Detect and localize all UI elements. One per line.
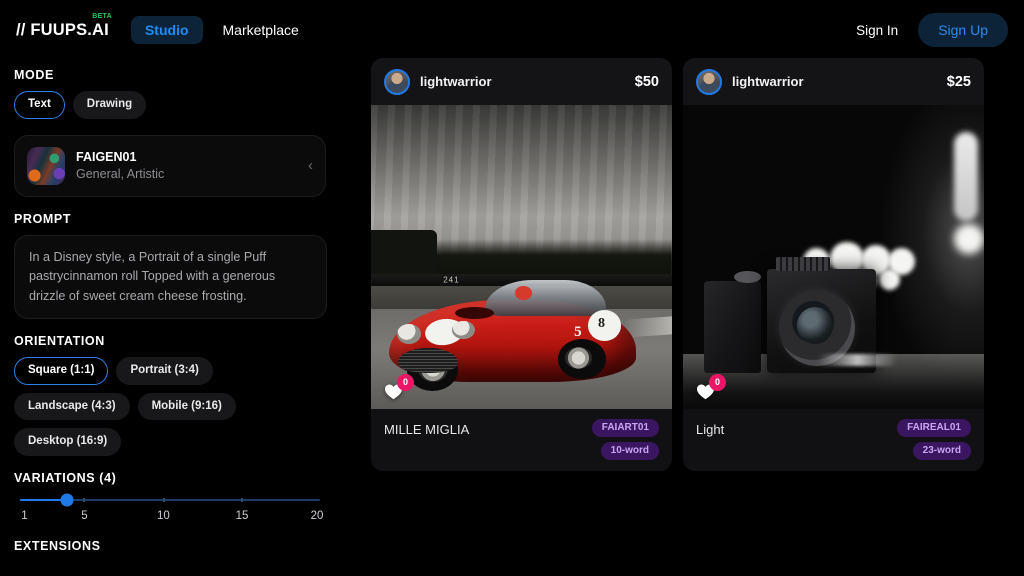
card-artwork-image[interactable]: 58 0 [371,105,672,409]
card-title: Light [696,422,725,437]
variations-section-title: VARIATIONS (4) [14,470,117,485]
sign-up-button[interactable]: Sign Up [918,13,1008,47]
like-badge[interactable]: 0 [384,374,418,400]
mode-options: Text Drawing [14,91,326,119]
card-header: lightwarrior $25 [683,58,984,105]
chevron-left-icon[interactable]: ‹ [308,158,313,173]
result-card[interactable]: lightwarrior $50 58 [371,58,672,471]
mode-section-title: MODE [14,68,54,82]
card-model-tag[interactable]: FAIREAL01 [897,419,971,437]
nav-links: Studio Marketplace [130,16,313,44]
orientation-section: ORIENTATION Square (1:1) Portrait (3:4) … [14,334,326,456]
generation-results-grid: lightwarrior $50 58 [371,58,984,471]
card-price: $50 [634,73,659,90]
artwork-vintage-camera-image [683,105,984,409]
mode-option-text[interactable]: Text [14,91,65,119]
orientation-option-square[interactable]: Square (1:1) [14,357,109,385]
model-thumbnail-icon [27,146,65,185]
mode-option-drawing[interactable]: Drawing [72,91,147,119]
orientation-option-mobile[interactable]: Mobile (9:16) [137,392,236,421]
slider-track[interactable] [20,493,320,507]
result-card[interactable]: lightwarrior $25 0 Light FAIREAL01 23-wo… [683,58,984,471]
sign-in-button[interactable]: Sign In [848,17,906,44]
top-navigation-bar: // FUUPS.AI BETA Studio Marketplace Sign… [0,0,1024,60]
slider-label-20: 20 [310,509,324,522]
card-word-tag[interactable]: 23-word [912,442,971,460]
extensions-section: EXTENSIONS Genereate as GIF [14,539,326,576]
orientation-option-desktop[interactable]: Desktop (16:9) [14,428,122,456]
variations-section: VARIATIONS (4) 1 5 10 15 20 [14,471,326,524]
variations-slider[interactable]: 1 5 10 15 20 [14,493,326,524]
model-selector-card[interactable]: FAIGEN01 General, Artistic ‹ [14,134,326,197]
card-tags: FAIART01 10-word [591,419,659,460]
prompt-input[interactable]: In a Disney style, a Portrait of a singl… [14,234,327,320]
nav-tab-marketplace[interactable]: Marketplace [209,16,313,44]
studio-app: // FUUPS.AI BETA Studio Marketplace Sign… [0,0,1024,576]
prompt-section-title: PROMPT [14,211,72,226]
orientation-options: Square (1:1) Portrait (3:4) Landscape (4… [14,357,326,456]
card-price: $25 [946,73,971,90]
card-title: MILLE MIGLIA [384,422,470,437]
card-username[interactable]: lightwarrior [420,74,492,89]
like-badge[interactable]: 0 [696,374,730,400]
beta-badge: BETA [92,12,112,20]
slider-tick-15 [240,497,243,502]
orientation-section-title: ORIENTATION [14,334,105,349]
slider-label-5: 5 [81,509,88,522]
slider-label-1: 1 [21,509,28,522]
slider-tick-5 [83,497,85,502]
slider-label-10: 10 [156,509,170,522]
nav-auth-actions: Sign In Sign Up [848,13,1008,47]
brand-logo[interactable]: // FUUPS.AI BETA [16,13,112,39]
model-subtitle: General, Artistic [76,166,165,181]
card-tags: FAIREAL01 23-word [897,419,971,460]
slider-tick-labels: 1 5 10 15 20 [20,509,323,524]
card-header: lightwarrior $50 [371,58,672,105]
prompt-section: PROMPT In a Disney style, a Portrait of … [14,211,327,320]
card-footer: Light FAIREAL01 23-word [683,409,984,471]
orientation-option-portrait[interactable]: Portrait (3:4) [116,357,213,385]
slider-tick-10 [162,497,165,502]
model-info: FAIGEN01 General, Artistic [76,149,164,183]
orientation-option-landscape[interactable]: Landscape (4:3) [14,392,130,421]
model-name: FAIGEN01 [76,149,137,164]
like-count: 0 [397,374,414,391]
prompt-text-value: In a Disney style, a Portrait of a singl… [29,249,276,303]
extensions-section-title: EXTENSIONS [14,538,101,553]
card-username[interactable]: lightwarrior [732,74,804,89]
slider-thumb[interactable] [60,493,74,507]
like-count: 0 [709,374,726,391]
nav-tab-studio[interactable]: Studio [130,16,203,44]
card-artwork-image[interactable]: 0 [683,105,984,409]
slider-label-15: 15 [235,509,249,522]
settings-sidebar: MODE Text Drawing FAIGEN01 General, Arti… [0,60,340,576]
avatar[interactable] [696,68,722,95]
artwork-race-car-image: 58 [371,105,672,409]
card-model-tag[interactable]: FAIART01 [591,419,659,437]
brand-name: // FUUPS.AI [16,20,109,39]
card-footer: MILLE MIGLIA FAIART01 10-word [371,409,672,471]
avatar[interactable] [384,68,410,95]
card-word-tag[interactable]: 10-word [600,442,659,460]
